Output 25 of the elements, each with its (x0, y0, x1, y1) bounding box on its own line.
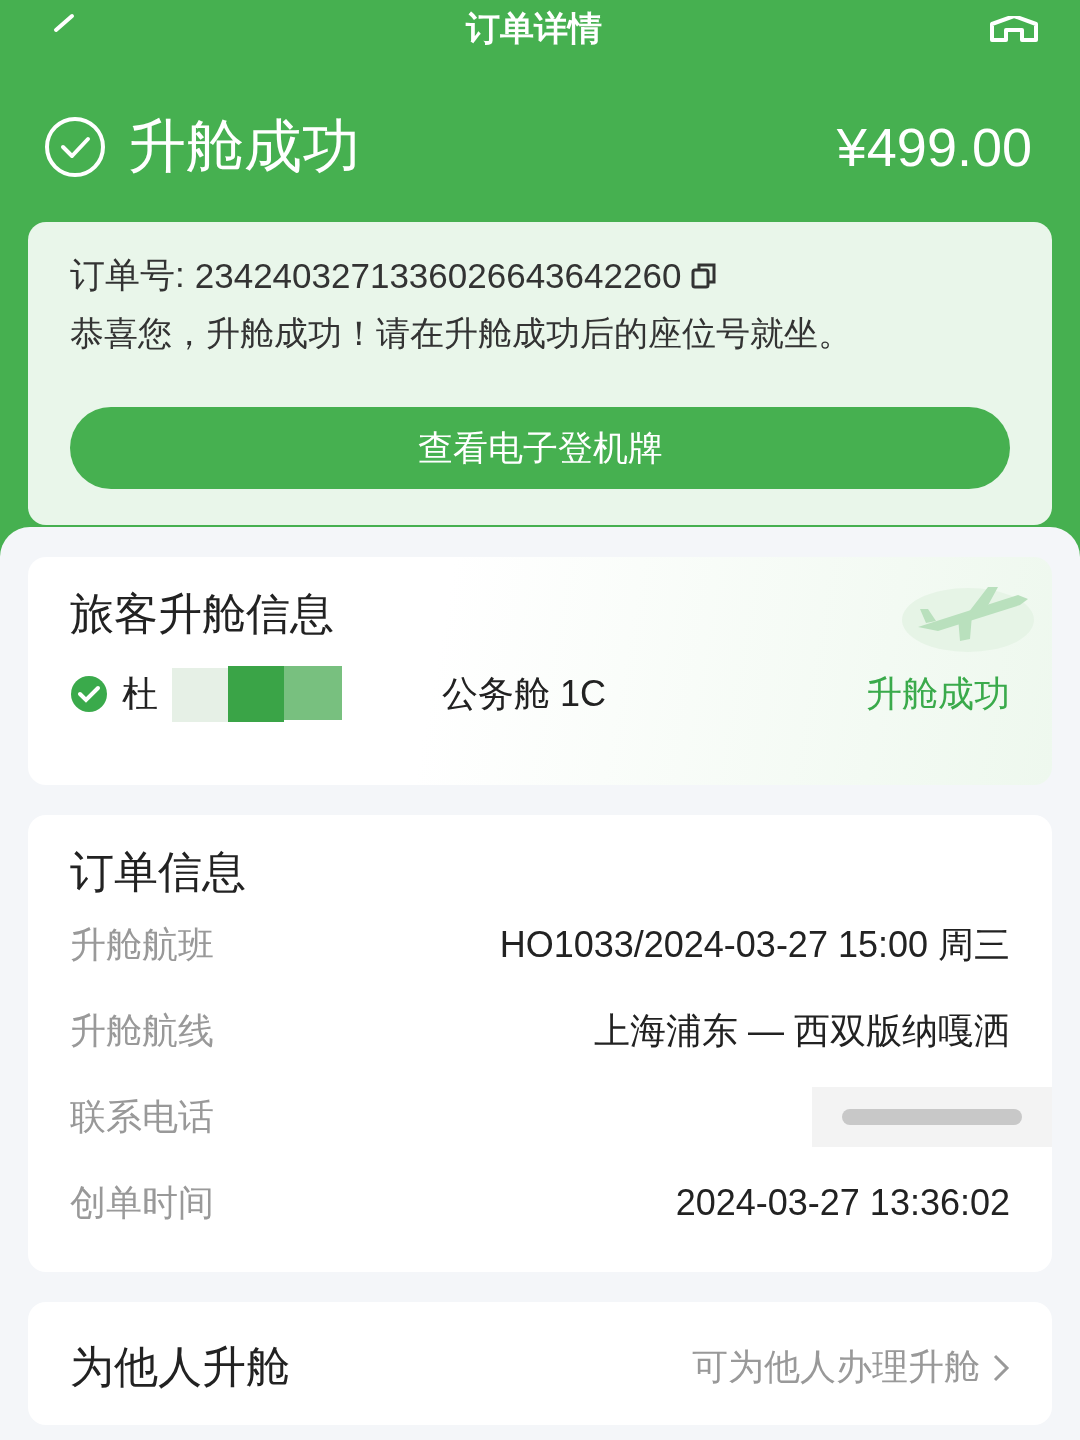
success-message: 恭喜您，升舱成功！请在升舱成功后的座位号就坐。 (70, 313, 853, 354)
copy-icon[interactable] (691, 261, 718, 290)
field-label: 创单时间 (70, 1180, 214, 1225)
card-title: 订单信息 (70, 846, 247, 898)
price: ¥499.00 (836, 116, 1032, 178)
seat-class: 公务舱 1C (442, 671, 607, 716)
check-circle-icon (44, 116, 106, 178)
order-number-label: 订单号: (70, 254, 185, 296)
upgrade-status: 升舱成功 (866, 671, 1010, 716)
status-title: 升舱成功 (128, 112, 360, 180)
card-title: 为他人升舱 (70, 1341, 290, 1393)
chevron-right-icon (992, 1352, 1010, 1383)
card-title: 旅客升舱信息 (70, 588, 334, 640)
page-title: 订单详情 (466, 8, 602, 49)
field-label: 升舱航班 (70, 922, 214, 967)
field-label: 联系电话 (70, 1094, 214, 1139)
boarding-pass-button[interactable]: 查看电子登机牌 (70, 407, 1010, 489)
home-icon[interactable] (988, 16, 1040, 42)
upgrade-others-link[interactable]: 可为他人办理升舱 (692, 1343, 1010, 1392)
field-value: 2024-03-27 13:36:02 (675, 1182, 1010, 1224)
field-value: 上海浦东 — 西双版纳嘎洒 (594, 1008, 1010, 1053)
passenger-name: 杜 (122, 671, 158, 716)
field-value: HO1033/2024-03-27 15:00 周三 (499, 922, 1010, 967)
field-label: 升舱航线 (70, 1008, 214, 1053)
order-number: 2342403271336026643642260 (194, 255, 682, 296)
